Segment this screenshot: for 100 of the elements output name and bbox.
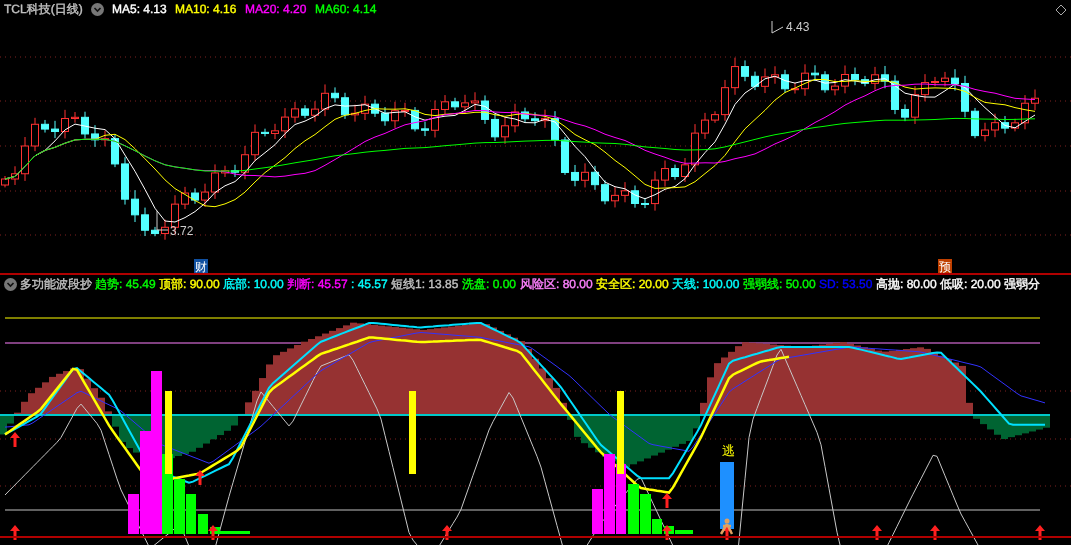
candlestick — [101, 130, 109, 147]
indicator-value: : 45.57 — [351, 276, 388, 293]
candlestick — [781, 69, 789, 94]
candlestick — [161, 219, 169, 241]
candlestick — [821, 70, 829, 94]
candlestick — [311, 100, 319, 123]
candlestick — [421, 121, 429, 137]
candlestick — [651, 170, 659, 212]
candlestick — [1031, 89, 1039, 111]
candlestick — [961, 75, 969, 118]
candlestick — [181, 186, 189, 210]
candlestick — [511, 103, 519, 133]
candlestick — [131, 189, 139, 223]
indicator-value: 强弱分 — [1004, 276, 1040, 293]
candlestick — [631, 185, 639, 209]
candlestick — [1011, 118, 1019, 132]
candlestick — [581, 162, 589, 188]
candlestick — [991, 113, 999, 138]
candlestick — [221, 165, 229, 178]
candlestick — [771, 65, 779, 85]
candlestick — [641, 197, 649, 209]
candlestick — [121, 156, 129, 206]
candlestick — [241, 145, 249, 180]
candlestick — [441, 94, 449, 116]
candlestick — [281, 107, 289, 139]
indicator-title: 多功能波段抄 — [20, 276, 92, 293]
candlestick — [671, 164, 679, 181]
candlestick — [761, 68, 769, 94]
dropdown-icon[interactable] — [91, 3, 104, 16]
indicator-value: 高抛: 80.00 — [876, 276, 937, 293]
candlestick — [851, 67, 859, 86]
candlestick — [811, 64, 819, 82]
candlestick — [61, 109, 69, 139]
indicator-value: SD: 53.50 — [819, 276, 873, 293]
candlestick — [1, 175, 9, 188]
candlestick — [451, 97, 459, 111]
candlestick — [41, 119, 49, 134]
ma-value: MA10: 4.16 — [175, 1, 237, 18]
candlestick — [541, 109, 549, 129]
candlestick — [341, 92, 349, 120]
candlestick — [21, 136, 29, 182]
candlestick — [411, 106, 419, 132]
candlestick — [291, 101, 299, 124]
candlestick — [11, 165, 19, 186]
candlestick — [351, 104, 359, 123]
escape-bar-drawing — [720, 462, 734, 529]
stock-title: TCL科技(日线) — [4, 1, 83, 18]
diamond-icon[interactable] — [1055, 3, 1067, 16]
candlestick — [791, 82, 799, 95]
candlestick — [471, 91, 479, 111]
candlestick — [871, 66, 879, 91]
candlestick — [981, 122, 989, 142]
indicator-value: 洗盘: 0.00 — [462, 276, 517, 293]
candlestick — [571, 164, 579, 187]
candlestick — [601, 179, 609, 205]
dropdown-icon[interactable] — [4, 278, 17, 291]
candlestick — [1001, 115, 1009, 134]
candlestick — [921, 73, 929, 102]
candlestick — [931, 76, 939, 87]
ma-value: MA5: 4.13 — [112, 1, 167, 18]
candlestick — [951, 68, 959, 92]
candlestick — [691, 123, 699, 173]
candlestick — [301, 104, 309, 119]
candlestick — [521, 107, 529, 123]
candlestick — [371, 99, 379, 118]
candlestick — [681, 157, 689, 183]
candlestick — [901, 103, 909, 122]
candlestick — [71, 111, 79, 124]
candlestick — [431, 100, 439, 138]
event-marker[interactable]: 财 — [194, 259, 208, 273]
candlestick — [251, 123, 259, 162]
ma-value: MA20: 4.20 — [245, 1, 307, 18]
candlestick — [971, 107, 979, 139]
candlestick — [891, 74, 899, 115]
leader-line — [156, 210, 169, 231]
candlestick — [361, 95, 369, 121]
candlestick — [501, 116, 509, 145]
candlestick — [941, 71, 949, 87]
low-price-label: 3.72 — [170, 224, 194, 238]
runner-icon — [719, 518, 734, 536]
candlestick — [611, 186, 619, 208]
candlestick — [231, 164, 239, 178]
candlestick — [331, 86, 339, 103]
event-marker[interactable]: 预 — [938, 259, 952, 273]
candlestick — [841, 65, 849, 94]
candlestick — [31, 117, 39, 152]
high-price-label: 4.43 — [786, 20, 810, 34]
candlestick — [801, 63, 809, 97]
indicator-value: 风险区: 80.00 — [520, 276, 593, 293]
candlestick — [211, 163, 219, 200]
indicator-value: 短线1: 13.85 — [391, 276, 459, 293]
candlestick — [1021, 94, 1029, 130]
indicator-value: 顶部: 90.00 — [159, 276, 220, 293]
indicator-value: 判断: 45.57 — [287, 276, 348, 293]
candlestick — [731, 57, 739, 96]
candlestick — [201, 183, 209, 208]
candlestick — [531, 111, 539, 127]
indicator-value: 趋势: 45.49 — [95, 276, 156, 293]
indicator-value: 低吸: 20.00 — [940, 276, 1001, 293]
candlestick — [661, 160, 669, 188]
